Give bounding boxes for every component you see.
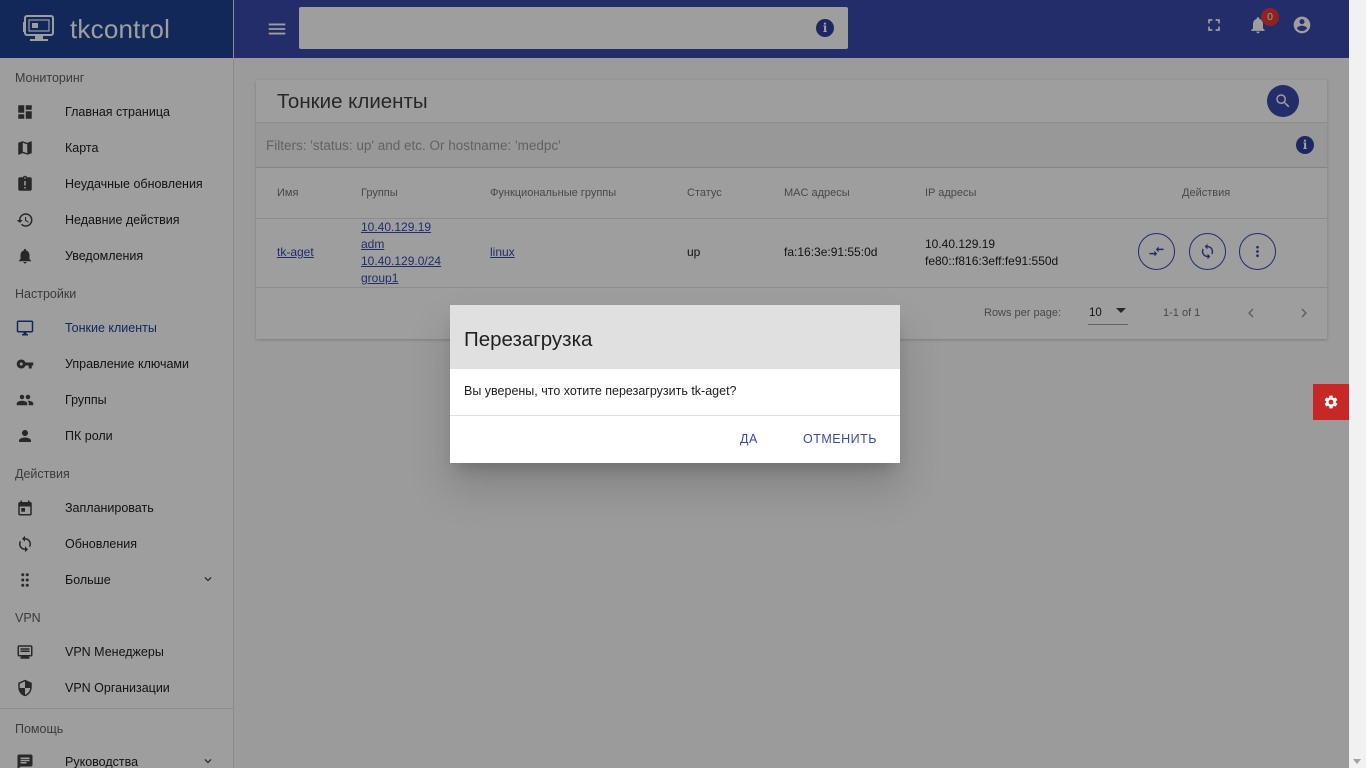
scroll-down-icon[interactable]	[1353, 759, 1361, 764]
gear-icon	[1324, 395, 1338, 409]
confirm-button[interactable]: Да	[740, 432, 758, 446]
dialog-message: Вы уверены, что хотите перезагрузить tk-…	[464, 384, 737, 398]
cancel-button[interactable]: Отменить	[803, 432, 877, 446]
dialog-actions: Да Отменить	[450, 416, 900, 462]
settings-button[interactable]	[1313, 384, 1349, 420]
dialog-title: Перезагрузка	[464, 328, 593, 351]
reboot-dialog: Перезагрузка Вы уверены, что хотите пере…	[450, 305, 900, 463]
scrollbar[interactable]	[1349, 0, 1366, 768]
dialog-body: Вы уверены, что хотите перезагрузить tk-…	[450, 369, 900, 416]
dialog-header: Перезагрузка	[450, 305, 900, 369]
